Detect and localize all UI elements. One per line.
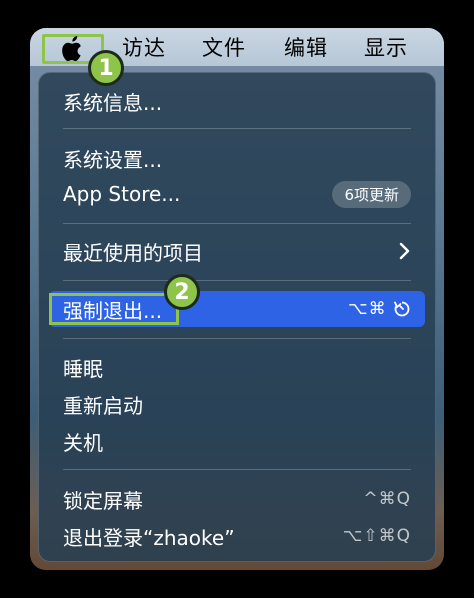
apple-logo-icon: [62, 36, 81, 62]
force-quit-callout-box: [49, 293, 179, 325]
menubar-view[interactable]: 显示: [364, 32, 408, 62]
menu-separator: [63, 338, 411, 339]
menu-item-app-store[interactable]: App Store... 6项更新: [63, 176, 411, 212]
callout-badge-1: 1: [88, 50, 124, 86]
menu-item-logout[interactable]: 退出登录“zhaoke” ⌥⇧⌘Q: [63, 518, 411, 554]
menubar-file[interactable]: 文件: [202, 32, 246, 62]
menu-separator: [63, 280, 411, 281]
menu-item-sleep-label: 睡眠: [63, 356, 103, 381]
menubar-edit[interactable]: 编辑: [284, 32, 328, 62]
menu-item-restart[interactable]: 重新启动: [63, 386, 411, 422]
menu-item-lock-screen[interactable]: 锁定屏幕 ^⌘Q: [63, 481, 411, 517]
menu-separator: [63, 128, 411, 129]
lock-screen-shortcut: ^⌘Q: [363, 489, 411, 509]
menu-item-restart-label: 重新启动: [63, 393, 143, 418]
menu-item-about[interactable]: 系统信息...: [63, 83, 411, 119]
menu-item-system-settings-label: 系统设置...: [63, 147, 163, 172]
logout-shortcut: ⌥⇧⌘Q: [342, 526, 411, 546]
apple-dropdown-menu: 系统信息... 系统设置... App Store... 6项更新 最近使用的项…: [38, 72, 436, 562]
menu-item-logout-label: 退出登录“zhaoke”: [63, 525, 235, 550]
force-quit-shortcut: ⌥⌘: [348, 299, 411, 319]
menu-item-sleep[interactable]: 睡眠: [63, 349, 411, 385]
menu-item-recent-items-label: 最近使用的项目: [63, 240, 203, 265]
callout-badge-2: 2: [164, 274, 200, 310]
menu-item-about-label: 系统信息...: [63, 90, 163, 115]
menu-item-app-store-label: App Store...: [63, 182, 181, 206]
menu-item-shutdown[interactable]: 关机: [63, 423, 411, 459]
chevron-right-icon: [399, 242, 410, 260]
menu-item-recent-items[interactable]: 最近使用的项目: [63, 233, 411, 269]
menu-item-shutdown-label: 关机: [63, 430, 103, 455]
menu-separator: [63, 469, 411, 470]
menubar-finder[interactable]: 访达: [122, 32, 166, 62]
updates-badge: 6项更新: [332, 180, 411, 208]
menu-item-system-settings[interactable]: 系统设置...: [63, 140, 411, 176]
menu-item-lock-screen-label: 锁定屏幕: [63, 488, 143, 513]
escape-key-icon: [394, 301, 410, 317]
menu-separator: [63, 223, 411, 224]
